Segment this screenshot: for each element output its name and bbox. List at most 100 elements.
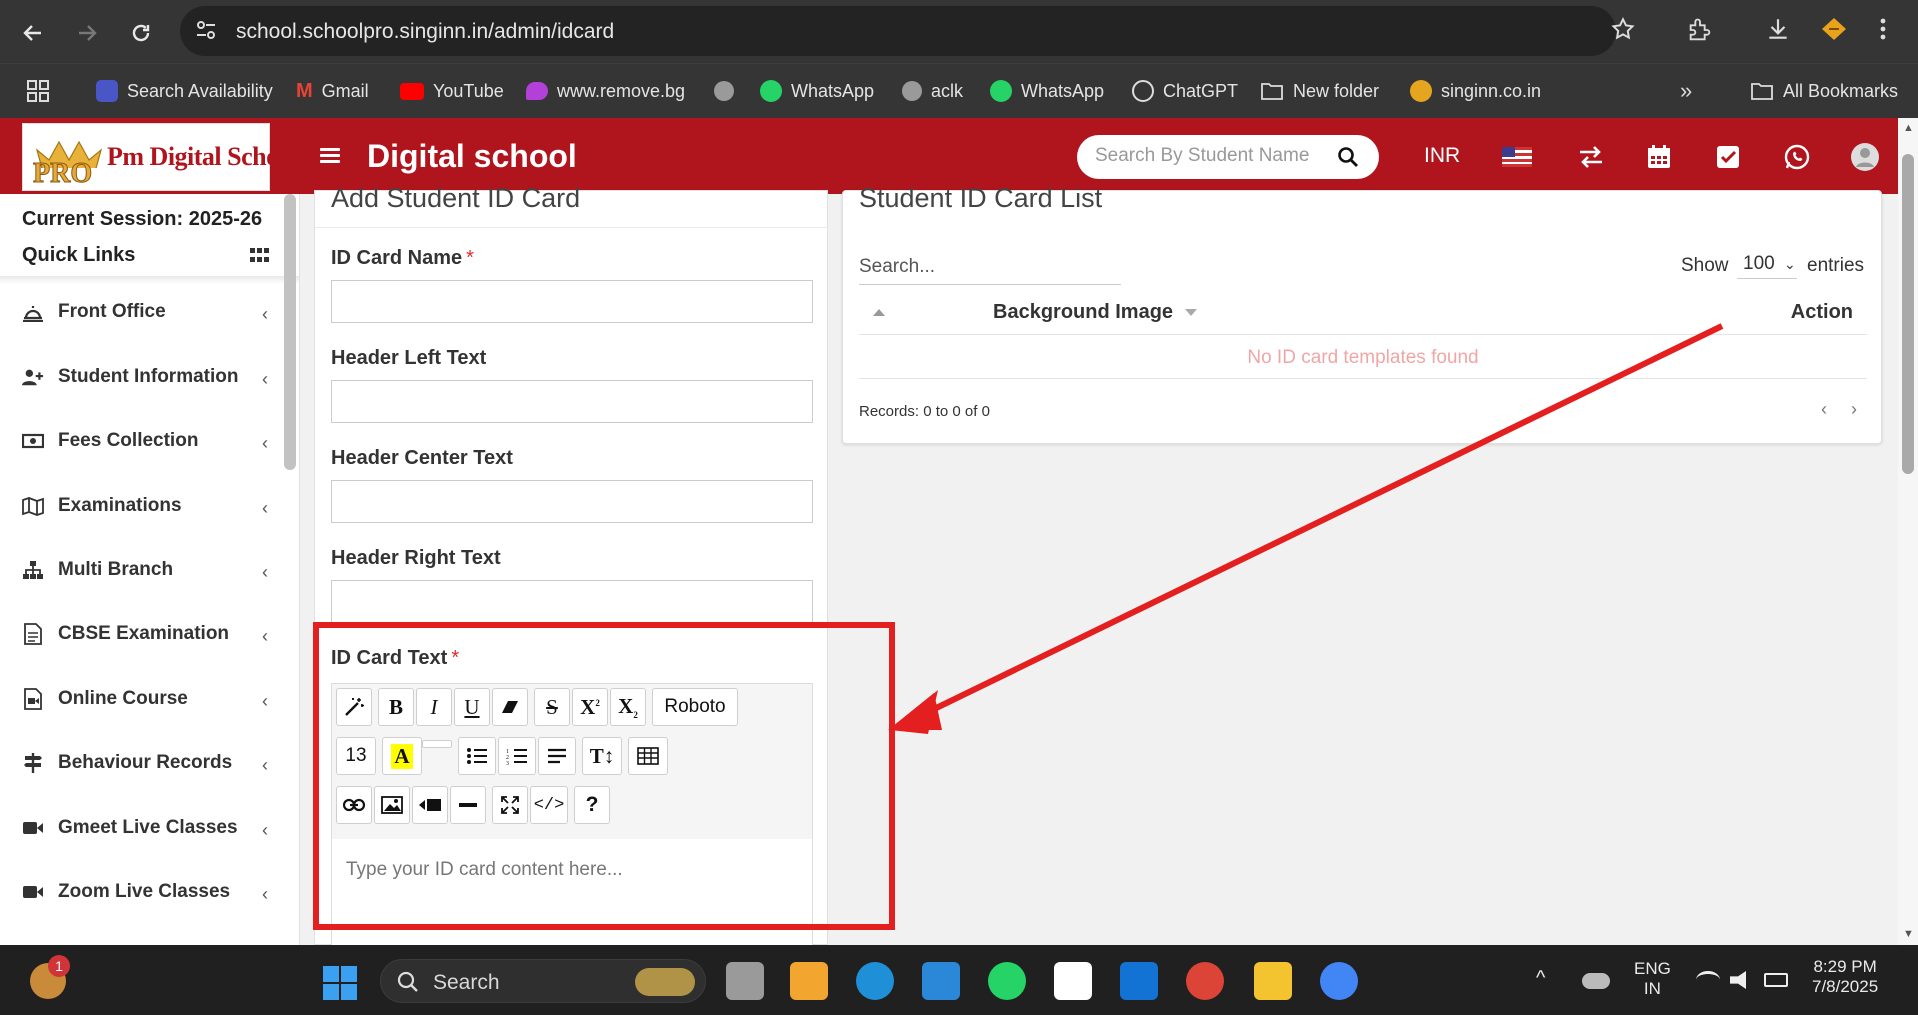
whatsapp-header-icon[interactable]	[1782, 142, 1812, 172]
r-app-icon[interactable]	[1054, 962, 1092, 1000]
apps-grid-icon[interactable]	[26, 78, 50, 104]
outlook-icon[interactable]	[1120, 962, 1158, 1000]
bookmark-chatgpt[interactable]: ChatGPT	[1132, 78, 1238, 104]
scroll-up-icon[interactable]: ▲	[1903, 122, 1914, 134]
singinn-icon	[1410, 80, 1432, 102]
scroll-down-icon[interactable]: ▼	[1903, 928, 1914, 940]
next-page-icon[interactable]: ›	[1851, 399, 1857, 420]
whatsapp-icon	[990, 80, 1012, 102]
back-button[interactable]	[16, 16, 50, 50]
battery-icon[interactable]	[1764, 973, 1788, 987]
sidebar-item-zoom-live-classes[interactable]: Zoom Live Classes ‹	[22, 872, 282, 912]
user-avatar-icon[interactable]	[1850, 142, 1880, 172]
header-right-text-input[interactable]	[331, 580, 813, 623]
chatgpt-icon	[1132, 80, 1154, 102]
extension-diamond-icon[interactable]	[1820, 16, 1848, 47]
chevron-left-icon: ‹	[262, 884, 268, 904]
sidebar-item-student-information[interactable]: Student Information ‹	[22, 357, 282, 397]
sidebar-item-gmeet-live-classes[interactable]: Gmeet Live Classes ‹	[22, 808, 282, 848]
search-highlight-icon	[635, 968, 695, 996]
signpost-icon	[22, 752, 44, 774]
start-button[interactable]	[322, 965, 358, 1001]
page-scrollbar-thumb[interactable]	[1902, 154, 1914, 474]
download-icon[interactable]	[1765, 16, 1791, 47]
bookmark-search-availability[interactable]: Search Availability	[96, 78, 273, 104]
whatsapp-taskbar-icon[interactable]	[988, 962, 1026, 1000]
records-count: Records: 0 to 0 of 0	[859, 403, 990, 420]
header-left-text-input[interactable]	[331, 380, 813, 423]
search-icon[interactable]	[1337, 146, 1359, 168]
microsoft-store-icon[interactable]	[790, 962, 828, 1000]
switch-arrows-icon[interactable]	[1576, 142, 1606, 172]
id-card-name-input[interactable]	[331, 280, 813, 323]
col-background-image[interactable]: Background Image	[993, 301, 1197, 324]
bookmark-star-icon[interactable]	[1610, 16, 1636, 47]
sidebar-item-front-office[interactable]: Front Office ‹	[22, 292, 282, 332]
student-search	[1077, 135, 1379, 179]
notification-badge: 1	[48, 955, 70, 977]
chrome-icon[interactable]	[1186, 962, 1224, 1000]
bookmark-gmail[interactable]: M Gmail	[296, 78, 369, 104]
sidebar-item-behaviour-records[interactable]: Behaviour Records ‹	[22, 743, 282, 783]
sidebar-scrollbar[interactable]	[284, 194, 296, 470]
menu-toggle-icon[interactable]	[320, 148, 340, 164]
volume-icon[interactable]	[1730, 971, 1746, 989]
reload-button[interactable]	[124, 16, 158, 50]
entries-select[interactable]: 100 ⌄	[1737, 249, 1797, 279]
school-logo[interactable]: PRO Pm Digital School	[22, 123, 298, 191]
page-icon	[96, 80, 118, 102]
more-menu-icon[interactable]	[1878, 16, 1888, 47]
language-indicator[interactable]: ENG IN	[1634, 959, 1671, 999]
sort-asc-icon[interactable]	[873, 309, 885, 316]
edge-icon[interactable]	[856, 962, 894, 1000]
site-info-icon[interactable]	[194, 18, 218, 47]
file-explorer-icon[interactable]	[1254, 962, 1292, 1000]
bookmark-remove-bg[interactable]: www.remove.bg	[526, 78, 685, 104]
student-search-input[interactable]	[1095, 145, 1327, 167]
checklist-icon[interactable]	[1713, 142, 1743, 172]
bookmark-whatsapp-2[interactable]: WhatsApp	[990, 78, 1104, 104]
sidebar-item-fees-collection[interactable]: Fees Collection ‹	[22, 421, 282, 461]
chevron-left-icon: ‹	[262, 820, 268, 840]
clock[interactable]: 8:29 PM 7/8/2025	[1812, 957, 1878, 997]
sidebar-item-multi-branch[interactable]: Multi Branch ‹	[22, 550, 282, 590]
chevron-left-icon: ‹	[262, 369, 268, 389]
all-bookmarks[interactable]: All Bookmarks	[1750, 78, 1898, 104]
table-header: Background Image Action	[859, 291, 1867, 335]
task-view-icon[interactable]	[726, 962, 764, 1000]
quick-links-grid-icon[interactable]	[250, 248, 270, 264]
bookmark-singinn[interactable]: singinn.co.in	[1410, 78, 1541, 104]
bookmark-youtube[interactable]: YouTube	[400, 78, 504, 104]
header-center-text-input[interactable]	[331, 480, 813, 523]
taskbar-search[interactable]: Search	[380, 959, 706, 1003]
bookmark-new-folder[interactable]: New folder	[1260, 78, 1379, 104]
list-search-input[interactable]	[859, 249, 1121, 285]
bookmark-whatsapp-1[interactable]: WhatsApp	[760, 78, 874, 104]
money-icon	[22, 430, 44, 452]
forward-button[interactable]	[70, 16, 104, 50]
header-right-text-label: Header Right Text	[331, 547, 501, 569]
currency-selector[interactable]: INR	[1424, 144, 1460, 168]
sidebar-item-examinations[interactable]: Examinations ‹	[22, 486, 282, 526]
page-scrollbar[interactable]: ▲ ▼	[1898, 118, 1918, 945]
chevron-down-icon: ⌄	[1783, 256, 1796, 272]
vscode-icon[interactable]	[922, 962, 960, 1000]
bookmark-aclk[interactable]: aclk	[902, 78, 963, 104]
sidebar-item-online-course[interactable]: Online Course ‹	[22, 679, 282, 719]
chrome-profile-icon[interactable]	[1320, 962, 1358, 1000]
bookmark-globe[interactable]	[714, 78, 734, 104]
chevron-left-icon: ‹	[262, 755, 268, 775]
sidebar-item-cbse-examination[interactable]: CBSE Examination ‹	[22, 614, 282, 654]
url-text[interactable]: school.schoolpro.singinn.in/admin/idcard	[236, 20, 614, 44]
wifi-icon[interactable]	[1696, 971, 1720, 989]
browser-toolbar: school.schoolpro.singinn.in/admin/idcard	[0, 0, 1918, 63]
reception-icon	[22, 301, 44, 323]
extensions-icon[interactable]	[1686, 16, 1714, 49]
calendar-icon[interactable]	[1644, 142, 1674, 172]
prev-page-icon[interactable]: ‹	[1821, 399, 1827, 420]
bookmarks-overflow-icon[interactable]: »	[1680, 78, 1692, 104]
us-flag-icon[interactable]	[1502, 142, 1532, 172]
tray-overflow-icon[interactable]: ^	[1536, 967, 1545, 990]
onedrive-icon[interactable]	[1582, 973, 1610, 989]
map-icon	[22, 495, 44, 517]
